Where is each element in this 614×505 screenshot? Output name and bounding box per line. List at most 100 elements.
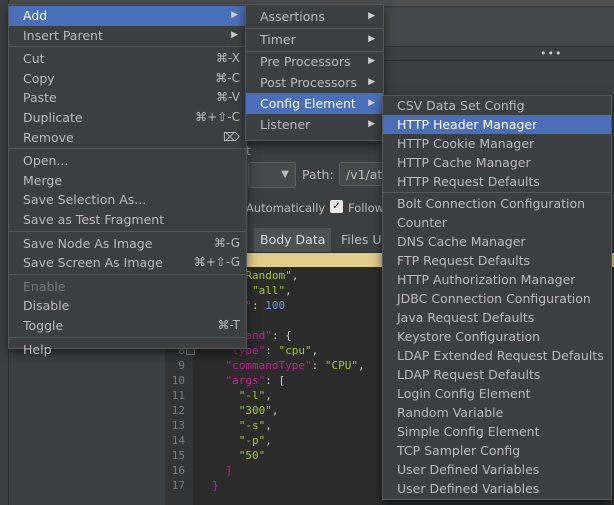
menu-item-save-selection-as[interactable]: Save Selection As... bbox=[9, 190, 246, 210]
menu-item-timer[interactable]: Timer ▶ bbox=[246, 29, 383, 50]
menu-item-label: User Defined Variables bbox=[397, 481, 540, 496]
menu-item-dns-cache-manager[interactable]: DNS Cache Manager bbox=[383, 232, 611, 251]
menu-item-label: Cut bbox=[23, 51, 45, 67]
redirect-automatically-label: Automatically bbox=[246, 201, 326, 215]
menu-item-enable: Enable bbox=[9, 277, 246, 297]
menu-item-duplicate[interactable]: Duplicate ⌘+⇧-C bbox=[9, 108, 246, 128]
code-text: "-l", bbox=[238, 389, 272, 402]
code-text: "-s", bbox=[238, 419, 272, 432]
menu-item-label: Insert Parent bbox=[23, 27, 103, 43]
menu-item-label: Copy bbox=[23, 70, 55, 86]
menu-item-listener[interactable]: Listener ▶ bbox=[246, 114, 383, 135]
menu-item-simple-config-element[interactable]: Simple Config Element bbox=[383, 422, 611, 441]
code-text: "args": [ bbox=[225, 374, 286, 387]
menu-separator bbox=[9, 336, 246, 338]
menu-item-assertions[interactable]: Assertions ▶ bbox=[246, 6, 383, 27]
menu-item-tcp-sampler-config[interactable]: TCP Sampler Config bbox=[383, 441, 611, 460]
more-options-icon[interactable]: ••• bbox=[540, 47, 562, 60]
menu-item-http-cache-manager[interactable]: HTTP Cache Manager bbox=[383, 153, 611, 172]
menu-item-random-variable[interactable]: Random Variable bbox=[383, 403, 611, 422]
menu-item-bolt-connection-configuration[interactable]: Bolt Connection Configuration bbox=[383, 194, 611, 213]
code-text: } bbox=[212, 479, 219, 492]
menu-item-csv-data-set-config[interactable]: CSV Data Set Config bbox=[383, 96, 611, 115]
code-line: 11 "-l", bbox=[165, 388, 272, 403]
menu-item-remove[interactable]: Remove ⌦ bbox=[9, 128, 246, 148]
menu-item-ldap-request-defaults[interactable]: LDAP Request Defaults bbox=[383, 365, 611, 384]
menu-item-save-screen-as-image[interactable]: Save Screen As Image ⌘+⇧-G bbox=[9, 253, 246, 273]
submenu-arrow-icon: ▶ bbox=[368, 56, 375, 66]
menu-item-pre-processors[interactable]: Pre Processors ▶ bbox=[246, 51, 383, 72]
menu-item-http-request-defaults[interactable]: HTTP Request Defaults bbox=[383, 172, 611, 191]
menu-item-label: LDAP Extended Request Defaults bbox=[397, 348, 604, 363]
shortcut-label: ⌘-T bbox=[217, 318, 240, 332]
menu-item-label: Remove bbox=[23, 129, 74, 145]
submenu-arrow-icon: ▶ bbox=[368, 119, 375, 129]
menu-separator bbox=[9, 230, 246, 232]
menu-separator bbox=[383, 192, 611, 193]
menu-item-label: Counter bbox=[397, 215, 447, 230]
menu-item-counter[interactable]: Counter bbox=[383, 213, 611, 232]
menu-item-add[interactable]: Add ▶ bbox=[9, 6, 246, 26]
code-line: 15 "50" bbox=[165, 448, 266, 463]
path-label: Path: bbox=[302, 167, 334, 182]
menu-item-keystore-configuration[interactable]: Keystore Configuration bbox=[383, 327, 611, 346]
menu-item-label: Java Request Defaults bbox=[397, 310, 535, 325]
menu-item-label: LDAP Request Defaults bbox=[397, 367, 541, 382]
menu-item-open[interactable]: Open... bbox=[9, 151, 246, 171]
menu-item-save-as-test-fragment[interactable]: Save as Test Fragment bbox=[9, 210, 246, 230]
menu-item-ftp-request-defaults[interactable]: FTP Request Defaults bbox=[383, 251, 611, 270]
menu-item-http-authorization-manager[interactable]: HTTP Authorization Manager bbox=[383, 270, 611, 289]
menu-item-label: Toggle bbox=[23, 318, 64, 333]
menu-item-label: Enable bbox=[23, 278, 66, 294]
submenu-arrow-icon: ▶ bbox=[231, 10, 238, 20]
menu-item-jdbc-connection-configuration[interactable]: JDBC Connection Configuration bbox=[383, 289, 611, 308]
menu-item-merge[interactable]: Merge bbox=[9, 171, 246, 191]
shortcut-label: ⌘-V bbox=[216, 90, 240, 105]
menu-item-label: Save Screen As Image bbox=[23, 255, 163, 271]
follow-redirects-checkbox[interactable]: ✓ bbox=[330, 200, 343, 213]
menu-item-ldap-extended-request-defaults[interactable]: LDAP Extended Request Defaults bbox=[383, 346, 611, 365]
menu-item-label: Save Node As Image bbox=[23, 235, 153, 251]
add-submenu: Assertions ▶ Timer ▶ Pre Processors ▶ Post Pro… bbox=[245, 4, 384, 141]
menu-item-label: HTTP Header Manager bbox=[397, 117, 538, 132]
menu-item-insert-parent[interactable]: Insert Parent ▶ bbox=[9, 26, 246, 46]
chevron-down-icon: ▼ bbox=[281, 169, 289, 180]
menu-item-copy[interactable]: Copy ⌘-C bbox=[9, 69, 246, 89]
menu-item-user-defined-variables[interactable]: User Defined Variables bbox=[383, 479, 611, 498]
menu-item-http-cookie-manager[interactable]: HTTP Cookie Manager bbox=[383, 134, 611, 153]
tab-files-upload[interactable]: Files U bbox=[335, 228, 388, 252]
shortcut-label: ⌘-X bbox=[216, 51, 240, 66]
menu-item-toggle[interactable]: Toggle ⌘-T bbox=[9, 316, 246, 336]
menu-item-post-processors[interactable]: Post Processors ▶ bbox=[246, 72, 383, 93]
code-line: 13 "-s", bbox=[165, 418, 272, 433]
method-dropdown[interactable]: ▼ bbox=[248, 162, 296, 188]
code-text: ] bbox=[225, 464, 233, 477]
menu-item-http-header-manager[interactable]: HTTP Header Manager bbox=[383, 115, 611, 134]
submenu-arrow-icon: ▶ bbox=[231, 29, 238, 40]
menu-item-disable[interactable]: Disable bbox=[9, 296, 246, 316]
menu-item-label: Login Config Element bbox=[397, 386, 531, 401]
code-text: "50" bbox=[238, 449, 266, 462]
menu-separator bbox=[9, 46, 246, 48]
menu-item-label: Duplicate bbox=[23, 110, 83, 125]
line-number: 14 bbox=[171, 434, 185, 447]
menu-item-login-config-element[interactable]: Login Config Element bbox=[383, 384, 611, 403]
menu-item-paste[interactable]: Paste ⌘-V bbox=[9, 88, 246, 108]
menu-item-label: HTTP Cookie Manager bbox=[397, 136, 535, 151]
menu-item-cut[interactable]: Cut ⌘-X bbox=[9, 49, 246, 69]
menu-item-label: Pre Processors bbox=[260, 54, 351, 69]
shortcut-label: ⌘-C bbox=[215, 70, 240, 85]
menu-item-label: Post Processors bbox=[260, 75, 357, 90]
menu-item-label: Save as Test Fragment bbox=[23, 212, 165, 227]
line-number: 15 bbox=[171, 449, 185, 462]
menu-item-help[interactable]: Help bbox=[9, 340, 246, 360]
menu-item-label: Listener bbox=[260, 117, 311, 132]
menu-item-label: HTTP Authorization Manager bbox=[397, 272, 576, 287]
menu-item-user-defined-variables[interactable]: User Defined Variables bbox=[383, 460, 611, 479]
menu-item-label: TCP Sampler Config bbox=[397, 443, 521, 458]
code-line: 9 "commandType": "CPU", bbox=[165, 358, 364, 373]
menu-item-save-node-as-image[interactable]: Save Node As Image ⌘-G bbox=[9, 234, 246, 254]
menu-item-config-element[interactable]: Config Element ▶ bbox=[246, 93, 383, 114]
menu-item-java-request-defaults[interactable]: Java Request Defaults bbox=[383, 308, 611, 327]
tab-body-data[interactable]: Body Data bbox=[254, 228, 332, 254]
